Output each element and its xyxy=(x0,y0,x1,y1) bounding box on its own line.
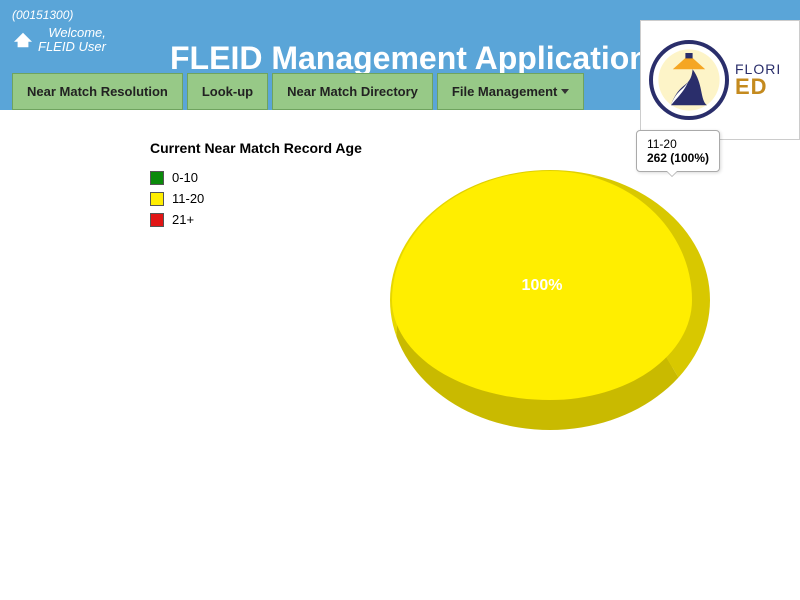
home-icon xyxy=(12,31,34,49)
nav-label: Near Match Resolution xyxy=(27,84,168,99)
legend-swatch xyxy=(150,171,164,185)
nav-look-up[interactable]: Look-up xyxy=(187,73,268,110)
legend-swatch xyxy=(150,192,164,206)
logo-text: FLORI ED xyxy=(735,62,781,98)
legend-label: 11-20 xyxy=(172,191,204,206)
nav-label: Near Match Directory xyxy=(287,84,418,99)
nav-label: File Management xyxy=(452,84,557,99)
nav-near-match-resolution[interactable]: Near Match Resolution xyxy=(12,73,183,110)
welcome-text: Welcome, FLEID User xyxy=(38,26,106,54)
chevron-down-icon xyxy=(561,89,569,94)
pie-slice-11-20[interactable]: 100% xyxy=(390,170,710,430)
nav-label: Look-up xyxy=(202,84,253,99)
app-title: FLEID Management Application xyxy=(170,40,649,77)
legend-label: 21+ xyxy=(172,212,194,227)
main-nav: Near Match Resolution Look-up Near Match… xyxy=(12,73,584,110)
welcome-line1: Welcome, xyxy=(38,26,106,40)
pie-slice-label: 100% xyxy=(522,277,563,295)
legend-label: 0-10 xyxy=(172,170,198,185)
tooltip-value: 262 (100%) xyxy=(647,151,709,165)
app-header: (00151300) Welcome, FLEID User FLEID Man… xyxy=(0,0,800,110)
welcome-line2: FLEID User xyxy=(38,40,106,54)
logo-line2: ED xyxy=(735,76,781,98)
nav-near-match-directory[interactable]: Near Match Directory xyxy=(272,73,433,110)
nav-file-management[interactable]: File Management xyxy=(437,73,584,110)
pie-chart-wrap: 11-20 262 (100%) 100% xyxy=(390,170,710,430)
logo-seal-icon xyxy=(649,40,729,120)
legend-swatch xyxy=(150,213,164,227)
tooltip-category: 11-20 xyxy=(647,137,709,151)
chart-tooltip: 11-20 262 (100%) xyxy=(636,130,720,172)
main-content: Current Near Match Record Age 0-10 11-20… xyxy=(0,110,800,227)
